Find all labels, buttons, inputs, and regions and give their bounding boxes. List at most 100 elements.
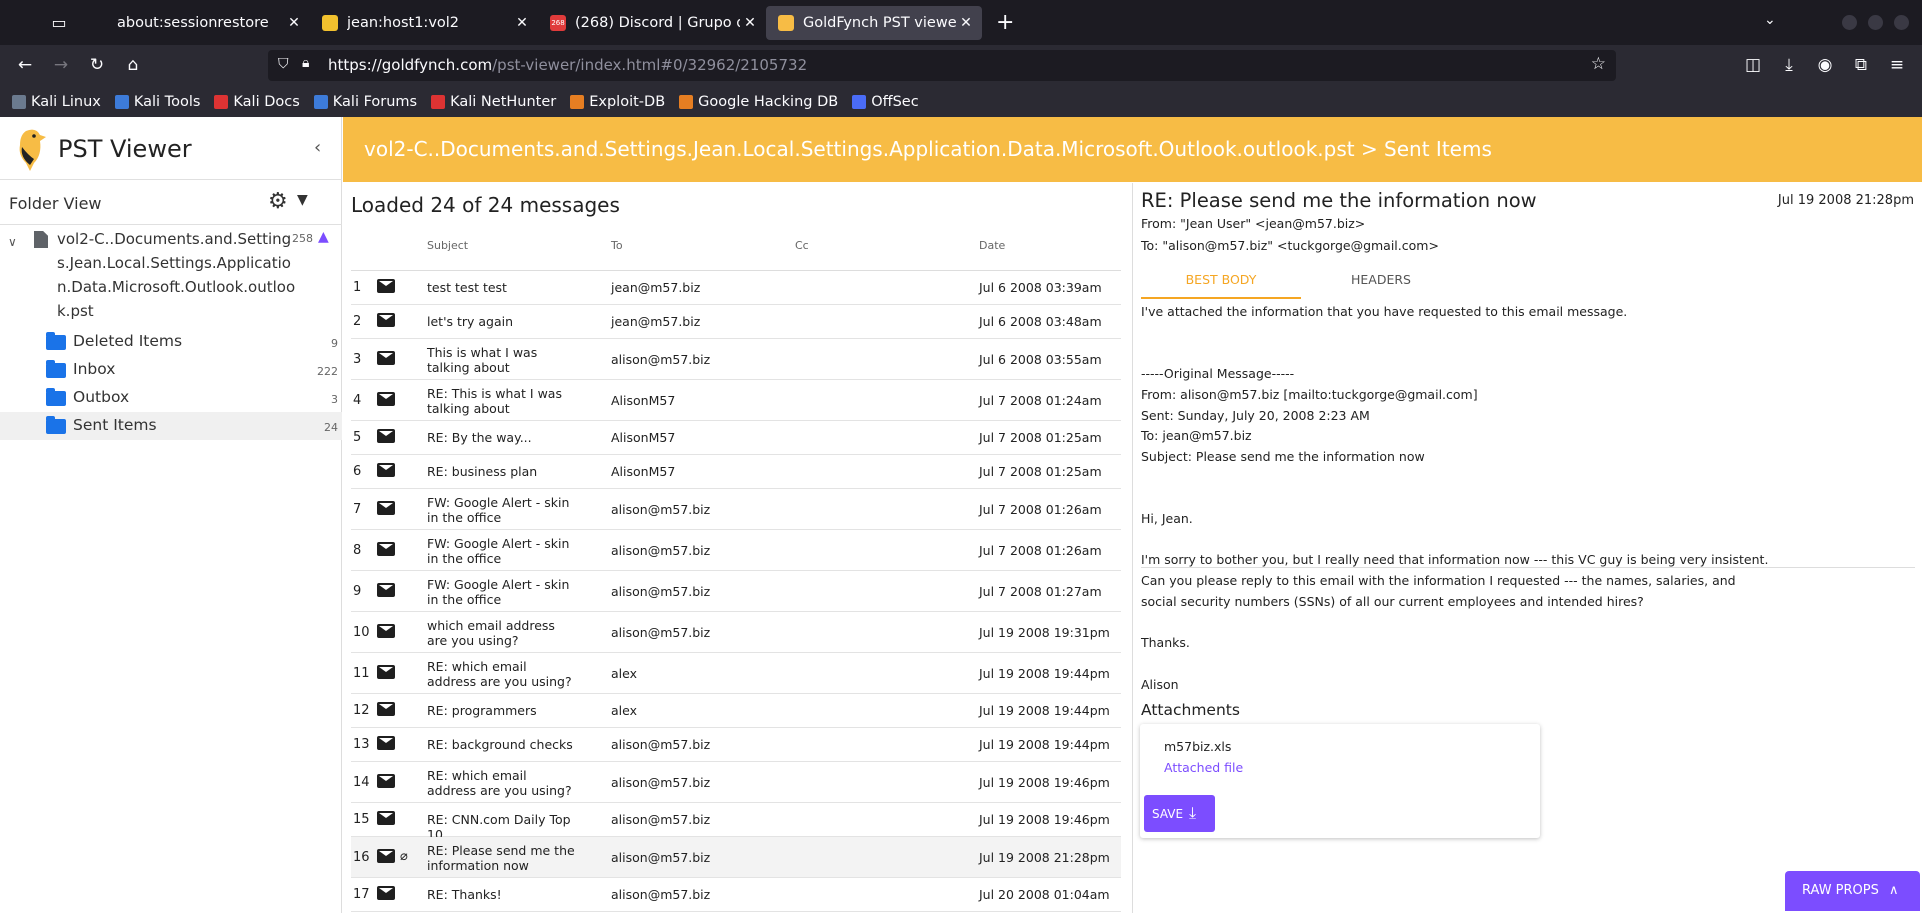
- column-date[interactable]: Date: [979, 239, 1005, 252]
- table-row[interactable]: 2 let's try again jean@m57.biz Jul 6 2008 0…: [351, 305, 1121, 339]
- table-row[interactable]: 15 RE: CNN.com Daily Top 10 alison@m57.biz…: [351, 803, 1121, 842]
- row-date: Jul 7 2008 01:24am: [979, 393, 1102, 408]
- shield-icon[interactable]: ⛉: [278, 56, 289, 72]
- column-cc[interactable]: Cc: [795, 239, 809, 252]
- chevron-down-icon[interactable]: ⌄: [1764, 12, 1776, 28]
- row-to: alison@m57.biz: [611, 850, 711, 865]
- bookmark-offsec[interactable]: OffSec: [852, 94, 919, 110]
- row-number: 6: [353, 464, 362, 479]
- row-to: alison@m57.biz: [611, 352, 711, 367]
- bookmark-exploit-db[interactable]: Exploit-DB: [570, 94, 665, 110]
- column-subject[interactable]: Subject: [427, 239, 468, 252]
- folder-item-sent[interactable]: Sent Items 24: [0, 412, 342, 440]
- table-row[interactable]: 17 RE: Thanks! alison@m57.biz Jul 20 2008 0…: [351, 878, 1121, 912]
- download-icon[interactable]: ⤓: [1778, 55, 1800, 75]
- url-text[interactable]: https://goldfynch.com/pst-viewer/index.h…: [328, 56, 807, 74]
- raw-props-button[interactable]: RAW PROPS ∧: [1785, 871, 1920, 911]
- reload-icon[interactable]: ↻: [86, 55, 108, 75]
- envelope-icon: [377, 392, 395, 406]
- browser-tab[interactable]: jean:host1:vol2 ✕: [310, 6, 538, 40]
- account-icon[interactable]: ◉: [1814, 55, 1836, 75]
- row-date: Jul 19 2008 19:31pm: [979, 625, 1110, 640]
- table-row[interactable]: 12 RE: programmers alex Jul 19 2008 19:44pm: [351, 694, 1121, 728]
- table-row[interactable]: 14 RE: which email address are you using?…: [351, 762, 1121, 803]
- table-row[interactable]: 8 FW: Google Alert - skin in the office al…: [351, 530, 1121, 571]
- bookmark-kali-docs[interactable]: Kali Docs: [214, 94, 300, 110]
- table-header: Subject To Cc Date: [351, 227, 1121, 271]
- gear-icon[interactable]: ⚙: [268, 189, 288, 214]
- browser-tab-active[interactable]: GoldFynch PST viewer ✕: [766, 6, 982, 40]
- goldfynch-icon: [778, 15, 794, 31]
- table-row[interactable]: 16 ⌀ RE: Please send me the information no…: [351, 837, 1121, 878]
- row-number: 13: [353, 737, 370, 752]
- bookmark-kali-linux[interactable]: Kali Linux: [12, 94, 101, 110]
- table-row[interactable]: 3 This is what I was talking about alison@…: [351, 339, 1121, 380]
- extensions-icon[interactable]: ⧉: [1850, 55, 1872, 75]
- close-tab-icon[interactable]: ✕: [512, 15, 532, 31]
- home-icon[interactable]: ⌂: [122, 55, 144, 75]
- table-row[interactable]: 6 RE: business plan AlisonM57 Jul 7 2008 01…: [351, 455, 1121, 489]
- chevron-down-icon[interactable]: ▼: [297, 192, 308, 208]
- folder-item-deleted[interactable]: Deleted Items 9: [0, 328, 342, 356]
- url-bar[interactable]: ⛉ 🔒︎ https://goldfynch.com/pst-viewer/in…: [268, 50, 1616, 81]
- bookmark-kali-forums[interactable]: Kali Forums: [313, 94, 417, 110]
- envelope-icon: [377, 774, 395, 788]
- back-icon[interactable]: ←: [14, 55, 36, 75]
- row-subject: FW: Google Alert - skin in the office: [427, 536, 570, 566]
- bookmark-label: Kali Tools: [133, 93, 201, 110]
- table-row[interactable]: 7 FW: Google Alert - skin in the office al…: [351, 489, 1121, 530]
- table-row[interactable]: 5 RE: By the way... AlisonM57 Jul 7 2008 01…: [351, 421, 1121, 455]
- maximize-icon[interactable]: [1868, 15, 1883, 30]
- caret-down-icon[interactable]: ∨: [8, 235, 17, 249]
- row-date: Jul 6 2008 03:55am: [979, 352, 1102, 367]
- menu-icon[interactable]: ≡: [1886, 55, 1908, 75]
- folder-item-inbox[interactable]: Inbox 222: [0, 356, 342, 384]
- lock-icon[interactable]: 🔒︎: [302, 55, 309, 71]
- tab-best-body[interactable]: BEST BODY: [1141, 257, 1301, 299]
- row-subject: FW: Google Alert - skin in the office: [427, 495, 570, 525]
- table-row[interactable]: 9 FW: Google Alert - skin in the office al…: [351, 571, 1121, 612]
- tree-root-item[interactable]: ∨ vol2-C..Documents.and.Settings.Jean.Lo…: [0, 227, 342, 323]
- envelope-icon: [377, 351, 395, 365]
- row-number: 2: [353, 314, 362, 329]
- row-to: alison@m57.biz: [611, 543, 711, 558]
- close-window-icon[interactable]: [1894, 15, 1909, 30]
- eject-icon[interactable]: ▲: [318, 229, 329, 245]
- browser-tab[interactable]: about:sessionrestore ✕: [80, 6, 310, 40]
- pocket-icon[interactable]: ◫: [1742, 55, 1764, 75]
- folder-item-outbox[interactable]: Outbox 3: [0, 384, 342, 412]
- bookmarks-bar: Kali Linux Kali Tools Kali Docs Kali For…: [0, 86, 1922, 117]
- bookmark-google-hacking-db[interactable]: Google Hacking DB: [679, 94, 838, 110]
- minimize-icon[interactable]: [1842, 15, 1857, 30]
- browser-tab[interactable]: 268 (268) Discord | Grupo de F ✕: [538, 6, 766, 40]
- bookmark-star-icon[interactable]: ☆: [1591, 54, 1606, 74]
- url-path: /pst-viewer/index.html#0/32962/2105732: [492, 56, 808, 74]
- browser-nav-bar: ← → ↻ ⌂ ⛉ 🔒︎ https://goldfynch.com/pst-v…: [0, 45, 1922, 86]
- collapse-sidebar-icon[interactable]: ‹: [314, 137, 321, 158]
- table-row[interactable]: 1 test test test jean@m57.biz Jul 6 2008 03…: [351, 271, 1121, 305]
- row-subject: RE: By the way...: [427, 430, 532, 445]
- tab-overview-icon[interactable]: ▭: [48, 11, 70, 33]
- offsec-icon: [852, 94, 867, 109]
- row-date: Jul 19 2008 19:44pm: [979, 737, 1110, 752]
- new-tab-icon[interactable]: +: [996, 10, 1014, 35]
- envelope-icon: [377, 542, 395, 556]
- table-row[interactable]: 13 RE: background checks alison@m57.biz Jul…: [351, 728, 1121, 762]
- bookmark-label: Exploit-DB: [589, 93, 666, 110]
- table-row[interactable]: 4 RE: This is what I was talking about Ali…: [351, 380, 1121, 421]
- table-row[interactable]: 11 RE: which email address are you using?…: [351, 653, 1121, 694]
- bookmark-kali-tools[interactable]: Kali Tools: [114, 93, 201, 110]
- message-subject: RE: Please send me the information now: [1141, 189, 1537, 212]
- close-tab-icon[interactable]: ✕: [740, 15, 760, 31]
- tab-headers[interactable]: HEADERS: [1301, 257, 1461, 299]
- column-to[interactable]: To: [611, 239, 623, 252]
- close-tab-icon[interactable]: ✕: [284, 15, 304, 31]
- bookmark-kali-nethunter[interactable]: Kali NetHunter: [431, 94, 556, 110]
- row-subject: RE: business plan: [427, 464, 538, 479]
- close-tab-icon[interactable]: ✕: [956, 15, 976, 31]
- folder-label: Deleted Items: [73, 332, 183, 350]
- forward-icon[interactable]: →: [50, 55, 72, 75]
- save-button[interactable]: SAVE ⤓: [1144, 795, 1215, 832]
- table-row[interactable]: 10 which email address are you using? alis…: [351, 612, 1121, 653]
- kali-forums-icon: [313, 94, 328, 109]
